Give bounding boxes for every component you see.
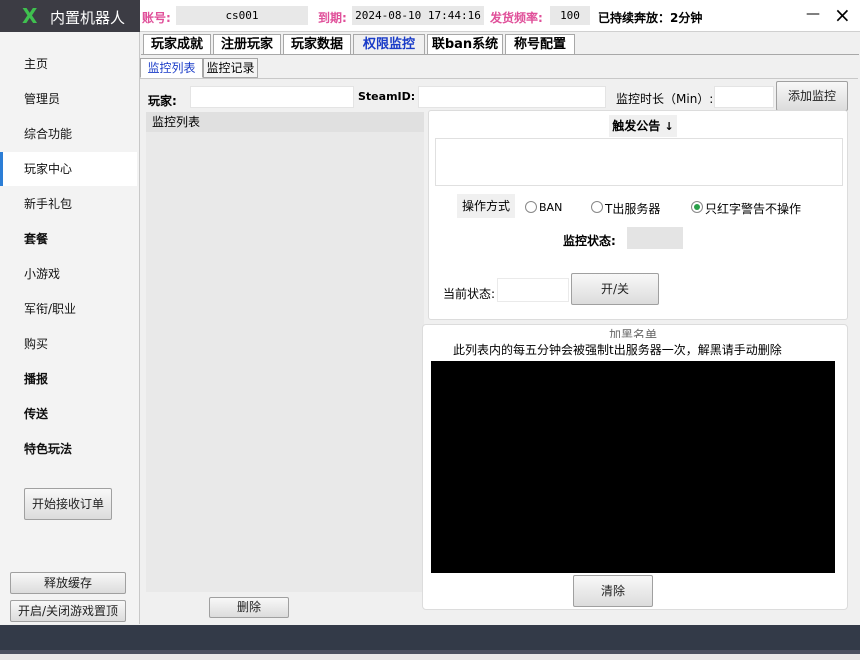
blacklist-note: 此列表内的每五分钟会被强制t出服务器一次，解黑请手动删除 xyxy=(453,343,782,357)
trigger-title-text: 触发公告 xyxy=(612,119,661,133)
account-value: cs001 xyxy=(225,9,259,22)
radio-kick[interactable] xyxy=(591,201,603,213)
current-status-field xyxy=(497,278,569,302)
logo-bar: X 内置机器人 xyxy=(0,0,140,32)
steamid-input[interactable] xyxy=(418,86,606,108)
tab-linked-ban[interactable]: 联ban系统 xyxy=(427,34,503,54)
arrow-down-icon: ↓ xyxy=(664,120,674,133)
bottom-bar xyxy=(0,625,860,650)
header-bar: 账号: cs001 到期: 2024-08-10 17:44:16 发货频率: … xyxy=(140,0,860,32)
sidebar-item-player-center[interactable]: 玩家中心 xyxy=(0,152,137,186)
blacklist-list[interactable] xyxy=(431,361,835,573)
monitor-status-label: 监控状态: xyxy=(563,234,616,248)
player-label: 玩家: xyxy=(148,94,177,108)
radio-warn[interactable] xyxy=(691,201,703,213)
blacklist-group: 加黑名单 此列表内的每五分钟会被强制t出服务器一次，解黑请手动删除 清除 xyxy=(422,324,848,610)
clear-button[interactable]: 清除 xyxy=(573,575,653,607)
radio-warn-label[interactable]: 只红字警告不操作 xyxy=(705,200,801,217)
sidebar-item-broadcast[interactable]: 播报 xyxy=(0,362,137,396)
sidebar-item-purchase[interactable]: 购买 xyxy=(0,327,137,361)
mode-label: 操作方式 xyxy=(461,199,510,213)
player-input[interactable] xyxy=(190,86,354,108)
radio-kick-label[interactable]: T出服务器 xyxy=(605,200,660,217)
monitor-list[interactable]: 监控列表 xyxy=(146,112,424,592)
runtime-status: 已持续奔放：2分钟 xyxy=(598,11,703,25)
radio-ban-label[interactable]: BAN xyxy=(539,201,562,214)
monitor-list-header: 监控列表 xyxy=(146,112,424,132)
logo-icon: X xyxy=(22,4,38,28)
sidebar-item-minigame[interactable]: 小游戏 xyxy=(0,257,137,291)
sidebar: 主页 管理员 综合功能 玩家中心 新手礼包 套餐 小游戏 军衔/职业 购买 播报… xyxy=(0,32,140,624)
bottom-strip xyxy=(0,650,860,660)
toggle-on-off-button[interactable]: 开/关 xyxy=(571,273,659,305)
account-label: 账号: xyxy=(142,11,171,25)
app-title: 内置机器人 xyxy=(50,9,126,27)
trigger-group: 触发公告 ↓ 操作方式 BAN T出服务器 只红字警告不操作 监控状态: 当前状… xyxy=(428,110,848,320)
close-button[interactable]: × xyxy=(834,3,851,27)
minimize-button[interactable]: — xyxy=(806,6,820,22)
freq-field[interactable]: 100 xyxy=(550,6,590,25)
trigger-text-area[interactable] xyxy=(435,138,843,186)
duration-label: 监控时长（Min）: xyxy=(616,92,714,106)
current-status-label: 当前状态: xyxy=(443,287,496,301)
tab-title-config[interactable]: 称号配置 xyxy=(505,34,575,54)
steamid-label: SteamID: xyxy=(358,90,416,103)
expiry-label: 到期: xyxy=(318,11,347,25)
sidebar-item-newbie-gift[interactable]: 新手礼包 xyxy=(0,187,137,221)
freq-value: 100 xyxy=(560,9,580,22)
tab-permission-monitor[interactable]: 权限监控 xyxy=(353,34,425,54)
sidebar-item-home[interactable]: 主页 xyxy=(0,47,137,81)
start-order-button[interactable]: 开始接收订单 xyxy=(24,488,112,520)
delete-button[interactable]: 删除 xyxy=(209,597,289,618)
monitor-status-value xyxy=(627,227,683,249)
subtab-monitor-log[interactable]: 监控记录 xyxy=(203,58,258,78)
trigger-title[interactable]: 触发公告 ↓ xyxy=(609,115,677,137)
tab-register-player[interactable]: 注册玩家 xyxy=(213,34,281,54)
account-field[interactable]: cs001 xyxy=(176,6,308,25)
release-cache-button[interactable]: 释放缓存 xyxy=(10,572,126,594)
sidebar-item-rank[interactable]: 军衔/职业 xyxy=(0,292,137,326)
tab-player-data[interactable]: 玩家数据 xyxy=(283,34,351,54)
subtab-monitor-list[interactable]: 监控列表 xyxy=(140,58,203,78)
freq-label: 发货频率: xyxy=(490,11,543,25)
sidebar-item-teleport[interactable]: 传送 xyxy=(0,397,137,431)
sidebar-item-special[interactable]: 特色玩法 xyxy=(0,432,137,466)
mode-label-box: 操作方式 xyxy=(457,194,515,218)
sidebar-item-general[interactable]: 综合功能 xyxy=(0,117,137,151)
tab-achievements[interactable]: 玩家成就 xyxy=(143,34,211,54)
toggle-top-button[interactable]: 开启/关闭游戏置顶 xyxy=(10,600,126,622)
sidebar-item-package[interactable]: 套餐 xyxy=(0,222,137,256)
add-monitor-button[interactable]: 添加监控 xyxy=(776,81,848,111)
sidebar-item-admin[interactable]: 管理员 xyxy=(0,82,137,116)
expiry-field[interactable]: 2024-08-10 17:44:16 xyxy=(352,6,484,25)
expiry-value: 2024-08-10 17:44:16 xyxy=(355,9,481,22)
duration-input[interactable] xyxy=(714,86,774,108)
radio-ban[interactable] xyxy=(525,201,537,213)
